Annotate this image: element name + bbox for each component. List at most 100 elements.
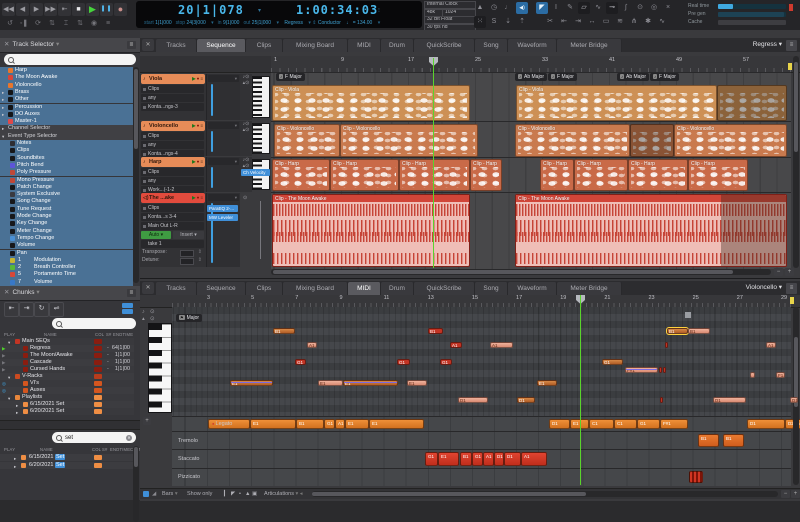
- event-type-mode-change[interactable]: Mode Change: [0, 213, 133, 221]
- wave-tool-icon[interactable]: ∿: [592, 2, 604, 14]
- track-lane-harp[interactable]: Clip - Harp Clip - Harp Clip - Harp Clip - …: [271, 157, 791, 193]
- color-chip[interactable]: [94, 402, 102, 407]
- solo-icon[interactable]: S: [488, 16, 500, 28]
- key-signature-chip[interactable]: ♪ F Major: [548, 73, 577, 81]
- play-chunk-icon[interactable]: ◎: [2, 380, 6, 387]
- locator-out[interactable]: out 25|1|000 ▾: [239, 20, 279, 26]
- track-setting-row-1[interactable]: any▾: [141, 177, 204, 185]
- record-button[interactable]: ●: [114, 3, 127, 16]
- close-icon[interactable]: ✕: [4, 289, 9, 296]
- loop-icon[interactable]: ↺: [4, 19, 16, 28]
- clip[interactable]: Clip - Harp: [330, 159, 399, 191]
- event-type-soundbites[interactable]: Soundbites: [0, 154, 133, 162]
- list-menu-icon[interactable]: ≣: [127, 41, 136, 49]
- track-selector-header[interactable]: ✕ Track Selector ▾ ≣: [0, 38, 140, 53]
- midi-note[interactable]: [750, 372, 755, 378]
- play-chunk-icon[interactable]: ▶: [2, 352, 5, 359]
- pause-button[interactable]: ❚❚: [100, 3, 113, 16]
- track-title-bar[interactable]: Violoncello ♪ ▶●≡: [141, 121, 205, 131]
- midi-note-a1[interactable]: A1: [307, 342, 317, 348]
- midi-note[interactable]: [660, 397, 663, 403]
- skip-to-start-button[interactable]: ⇤: [4, 302, 19, 317]
- track-setting-row-0[interactable]: Clips▾: [141, 204, 204, 212]
- expander-icon[interactable]: ▸: [2, 125, 4, 132]
- track-title-bar[interactable]: Harp ♪ ▶●≡: [141, 157, 205, 167]
- zoom-tool-icon[interactable]: ⊙: [634, 2, 646, 14]
- zoom-out-button[interactable]: −: [774, 268, 783, 276]
- track-selector-scrollbar[interactable]: [133, 67, 139, 283]
- color-chip[interactable]: [94, 367, 102, 372]
- track-setting-row-2[interactable]: Main Out L-R▾: [141, 222, 204, 230]
- track-header-harp[interactable]: Harp♪▶●≡Clips▾any▾Work...(-1-2▾: [140, 157, 206, 194]
- articulation-block-g1[interactable]: G1: [637, 419, 660, 429]
- midi-note-g1[interactable]: G1: [440, 359, 452, 365]
- key-signature-chip[interactable]: ♪ Ab Major: [617, 73, 650, 81]
- move-tool-icon[interactable]: ↔: [586, 16, 598, 28]
- articulation-block-b1[interactable]: B1: [723, 434, 744, 447]
- chunk-row-the-moon-awake[interactable]: ▶ The Moon/Awake -1|1|00: [0, 352, 134, 359]
- chunk-row-vi-s[interactable]: ◎ VI's: [0, 380, 134, 387]
- track-lane-violoncello[interactable]: Clip - Violoncello Clip - Violoncello Clip…: [271, 121, 791, 158]
- track-row-other[interactable]: ▸ Other: [0, 96, 133, 104]
- event-type-notes[interactable]: Notes: [0, 140, 133, 148]
- take-select[interactable]: take 1▾: [141, 240, 204, 248]
- color-chip[interactable]: [94, 339, 102, 344]
- locator-stop[interactable]: stop 24|3|000 ▾: [172, 20, 214, 26]
- zoom-in-button[interactable]: +: [791, 490, 800, 498]
- articulation-lane-tremolo[interactable]: B1 B1 Tremolo: [172, 431, 791, 450]
- track-buttons[interactable]: ▶●≡: [192, 74, 204, 84]
- box-filter-icon[interactable]: ▣: [252, 489, 257, 499]
- chunk-row-playlists[interactable]: ▾ Playlists: [0, 394, 134, 401]
- step-forward-button[interactable]: ▶: [30, 3, 43, 16]
- auto-rewind-icon[interactable]: ⇅: [74, 19, 86, 28]
- articulations-select[interactable]: Articulations ▾ ◂: [264, 489, 303, 499]
- event-type-7volume[interactable]: 7 Volume: [0, 278, 133, 286]
- clip[interactable]: Clip - The Moon Awake: [515, 194, 787, 267]
- transpose-stepper[interactable]: ⇕: [198, 249, 202, 256]
- step-back-button[interactable]: ◀: [16, 3, 29, 16]
- event-type-poly-pressure[interactable]: Poly Pressure: [0, 169, 133, 177]
- midi-note-g1[interactable]: G1: [602, 359, 623, 365]
- articulation-block[interactable]: [689, 471, 703, 483]
- curve-tool-icon[interactable]: ∿: [656, 16, 668, 28]
- event-type-pan[interactable]: Pan: [0, 249, 133, 257]
- midi-note[interactable]: [665, 342, 668, 348]
- track-vslider[interactable]: [260, 201, 261, 259]
- track-setting-row-0[interactable]: Clips▾: [141, 85, 204, 93]
- expander-icon[interactable]: ▸: [16, 409, 18, 416]
- takes-icon[interactable]: ≡: [102, 19, 114, 28]
- punch-in-out-icon[interactable]: ⇅: [46, 19, 58, 28]
- event-type-key-change[interactable]: Key Change: [0, 220, 133, 228]
- track-row-brass[interactable]: ▸ Brass: [0, 88, 133, 97]
- articulation-lane-pizzicato[interactable]: Pizzicato: [172, 468, 791, 486]
- detune-field[interactable]: [180, 257, 194, 265]
- patch-select[interactable]: ▾: [208, 122, 239, 129]
- track-setting-row-0[interactable]: Clips▾: [141, 168, 204, 176]
- articulation-block-e1[interactable]: E1: [438, 452, 459, 466]
- cursor-filter-icon[interactable]: ▎: [224, 489, 228, 499]
- smpte-counter[interactable]: 1:00:34:03: [296, 3, 378, 17]
- section-channel-selector[interactable]: ▸ Channel Selector: [0, 125, 133, 133]
- chunk-row-main-seqs[interactable]: ▾ Main SEQs: [0, 338, 134, 345]
- midi-note-e1[interactable]: E1: [407, 380, 427, 386]
- pencil-tool-icon[interactable]: ✎: [564, 2, 576, 14]
- panel-resize-handle[interactable]: [0, 420, 140, 430]
- pointer-filter-icon[interactable]: ◤: [231, 489, 235, 499]
- event-type-1modulation[interactable]: 1 Modulation: [0, 256, 133, 265]
- clip[interactable]: Clip - Harp: [272, 159, 330, 191]
- ramp-icon[interactable]: ◢: [152, 489, 156, 499]
- locator-in[interactable]: in 9|1|000: [214, 20, 240, 26]
- track-row-harp[interactable]: Harp: [0, 67, 133, 75]
- articulation-block-g1[interactable]: G1: [425, 452, 438, 466]
- clip[interactable]: Clip - Violoncello: [674, 124, 787, 157]
- articulation-block-c1[interactable]: C1: [589, 419, 614, 429]
- slip-tool-icon[interactable]: ▭: [600, 16, 612, 28]
- color-chip[interactable]: [94, 455, 102, 460]
- articulation-lane-staccato[interactable]: G1 E1 B1 G1 A1 D1 D1 A1 Staccato: [172, 449, 791, 469]
- expander-icon[interactable]: ▸: [2, 111, 4, 118]
- locator-start[interactable]: start 1|1|000: [140, 20, 172, 26]
- play-chunk-icon[interactable]: ▶: [2, 359, 5, 366]
- track-menu-icon[interactable]: ≡: [200, 159, 204, 164]
- audio-click-icon[interactable]: ◀): [516, 2, 528, 14]
- track-header-viola[interactable]: Viola♪▶●≡Clips▾any▾Konta...ngs-3▾: [140, 74, 206, 120]
